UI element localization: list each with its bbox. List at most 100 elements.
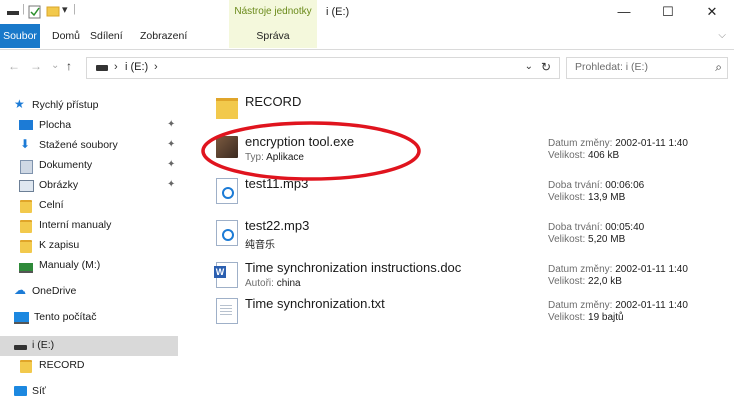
annotation-ellipse	[201, 121, 421, 181]
sidebar-item-downloads[interactable]: ⬇ Stažené soubory ✦	[0, 136, 178, 156]
navigation-pane: ★ Rychlý přístup Plocha ✦ ⬇ Stažené soub…	[0, 86, 182, 414]
refresh-icon[interactable]: ↻	[541, 60, 551, 74]
sidebar-item-quick-access[interactable]: ★ Rychlý přístup	[0, 96, 178, 116]
sidebar-item-label: Manualy (M:)	[39, 259, 101, 271]
sidebar-item-celni[interactable]: Celní	[0, 196, 178, 216]
folder-icon	[20, 360, 32, 373]
qa-separator: |	[73, 3, 76, 15]
address-bar[interactable]: › i (E:) › ⌄ ↻	[86, 57, 560, 79]
qa-separator: |	[22, 3, 25, 15]
audio-file-icon	[216, 220, 238, 246]
sidebar-item-label: Rychlý přístup	[32, 99, 99, 111]
sidebar-item-label: Interní manualy	[39, 219, 112, 231]
file-duration: Doba trvání: 00:06:06	[548, 180, 645, 191]
file-duration: Doba trvání: 00:05:40	[548, 222, 645, 233]
text-file-icon	[216, 298, 238, 324]
file-authors: Autoři: china	[245, 278, 301, 289]
sidebar-item-network[interactable]: Síť	[0, 382, 178, 402]
tab-domu[interactable]: Domů	[52, 24, 80, 48]
breadcrumb-separator[interactable]: ›	[114, 61, 118, 73]
sidebar-item-this-pc[interactable]: Tento počítač	[0, 308, 178, 328]
sidebar-item-manualy[interactable]: Manualy (M:)	[0, 256, 178, 276]
context-tab-label: Nástroje jednotky	[234, 6, 312, 17]
up-button[interactable]: ↑	[66, 59, 72, 73]
file-name: RECORD	[245, 94, 302, 109]
desktop-icon	[19, 120, 33, 130]
minimize-button[interactable]: —	[602, 0, 646, 24]
file-name: Time synchronization instructions.doc	[245, 260, 462, 275]
folder-icon	[216, 98, 238, 119]
pin-icon[interactable]: ✦	[167, 119, 175, 130]
file-genre: 纯音乐	[245, 240, 275, 251]
file-size: Velikost: 406 kB	[548, 150, 620, 161]
sidebar-item-label: K zapisu	[39, 239, 80, 251]
title-bar: | ▾ | Nástroje jednotky i (E:) — ☐ ✕	[0, 0, 734, 24]
chevron-down-icon[interactable]: ⌵	[718, 30, 726, 41]
file-row-test22[interactable]: test22.mp3 纯音乐 Doba trvání: 00:05:40 Vel…	[200, 214, 734, 256]
address-history-dropdown[interactable]: ⌄	[525, 61, 533, 72]
network-icon	[14, 386, 27, 396]
pin-icon[interactable]: ✦	[167, 159, 175, 170]
tab-zobrazeni[interactable]: Zobrazení	[140, 24, 187, 48]
file-modified: Datum změny: 2002-01-11 1:40	[548, 138, 688, 149]
window-title: i (E:)	[326, 6, 350, 18]
sidebar-item-documents[interactable]: Dokumenty ✦	[0, 156, 178, 176]
sidebar-item-label: i (E:)	[32, 339, 55, 351]
sidebar-item-pictures[interactable]: Obrázky ✦	[0, 176, 178, 196]
maximize-button[interactable]: ☐	[646, 0, 690, 24]
sidebar-item-label: Stažené soubory	[39, 139, 118, 151]
forward-button[interactable]: →	[30, 59, 42, 73]
tab-sprava[interactable]: Správa	[229, 24, 317, 48]
sidebar-item-label: Plocha	[39, 119, 72, 131]
new-folder-icon[interactable]	[46, 5, 60, 20]
file-modified: Datum změny: 2002-01-11 1:40	[548, 300, 688, 311]
pin-icon[interactable]: ✦	[167, 139, 175, 150]
folder-icon	[20, 220, 32, 233]
tab-sdileni[interactable]: Sdílení	[90, 24, 123, 48]
this-pc-icon	[14, 312, 29, 324]
qa-customize-icon[interactable]: ▾	[62, 3, 68, 16]
pin-icon[interactable]: ✦	[167, 179, 175, 190]
file-size: Velikost: 22,0 kB	[548, 276, 622, 287]
breadcrumb-drive[interactable]: i (E:)	[125, 61, 148, 73]
pictures-icon	[19, 180, 34, 192]
file-name: Time synchronization.txt	[245, 296, 385, 311]
sidebar-item-k-zapisu[interactable]: K zapisu	[0, 236, 178, 256]
word-document-icon	[214, 262, 238, 288]
back-button[interactable]: ←	[8, 59, 20, 73]
sidebar-item-label: Dokumenty	[39, 159, 93, 171]
file-size: Velikost: 19 bajtů	[548, 312, 624, 323]
tab-soubor[interactable]: Soubor	[0, 24, 40, 48]
sidebar-item-interni-manualy[interactable]: Interní manualy	[0, 216, 178, 236]
search-input[interactable]: Prohledat: i (E:) ⌕	[566, 57, 728, 79]
sidebar-item-drive-e[interactable]: i (E:)	[0, 336, 178, 356]
recent-locations-button[interactable]: ⌄	[51, 60, 59, 71]
context-tab-group: Nástroje jednotky	[229, 0, 317, 24]
file-modified: Datum změny: 2002-01-11 1:40	[548, 264, 688, 275]
star-icon: ★	[14, 97, 25, 111]
search-icon[interactable]: ⌕	[715, 60, 722, 75]
onedrive-icon: ☁	[14, 283, 26, 297]
file-size: Velikost: 5,20 MB	[548, 234, 626, 245]
ribbon-tabs: Soubor Domů Sdílení Zobrazení Správa ⌵	[0, 24, 734, 50]
file-name: test22.mp3	[245, 218, 310, 233]
sidebar-item-record[interactable]: RECORD	[0, 356, 178, 376]
explorer-icon[interactable]	[6, 5, 20, 20]
drive-icon	[14, 345, 27, 350]
sidebar-item-label: Tento počítač	[34, 311, 97, 323]
properties-icon[interactable]	[28, 5, 42, 22]
documents-icon	[20, 160, 33, 174]
drive-icon	[96, 65, 108, 71]
file-size: Velikost: 13,9 MB	[548, 192, 626, 203]
sidebar-item-label: Síť	[32, 385, 46, 397]
sidebar-item-label: Celní	[39, 199, 64, 211]
sidebar-item-desktop[interactable]: Plocha ✦	[0, 116, 178, 136]
file-row-time-sync-txt[interactable]: Time synchronization.txt Datum změny: 20…	[200, 292, 734, 334]
folder-icon	[20, 200, 32, 213]
folder-icon	[20, 240, 32, 253]
network-drive-icon	[19, 263, 33, 273]
sidebar-item-onedrive[interactable]: ☁ OneDrive	[0, 282, 178, 302]
close-button[interactable]: ✕	[690, 0, 734, 24]
breadcrumb-separator[interactable]: ›	[154, 61, 158, 73]
search-placeholder: Prohledat: i (E:)	[575, 61, 648, 73]
